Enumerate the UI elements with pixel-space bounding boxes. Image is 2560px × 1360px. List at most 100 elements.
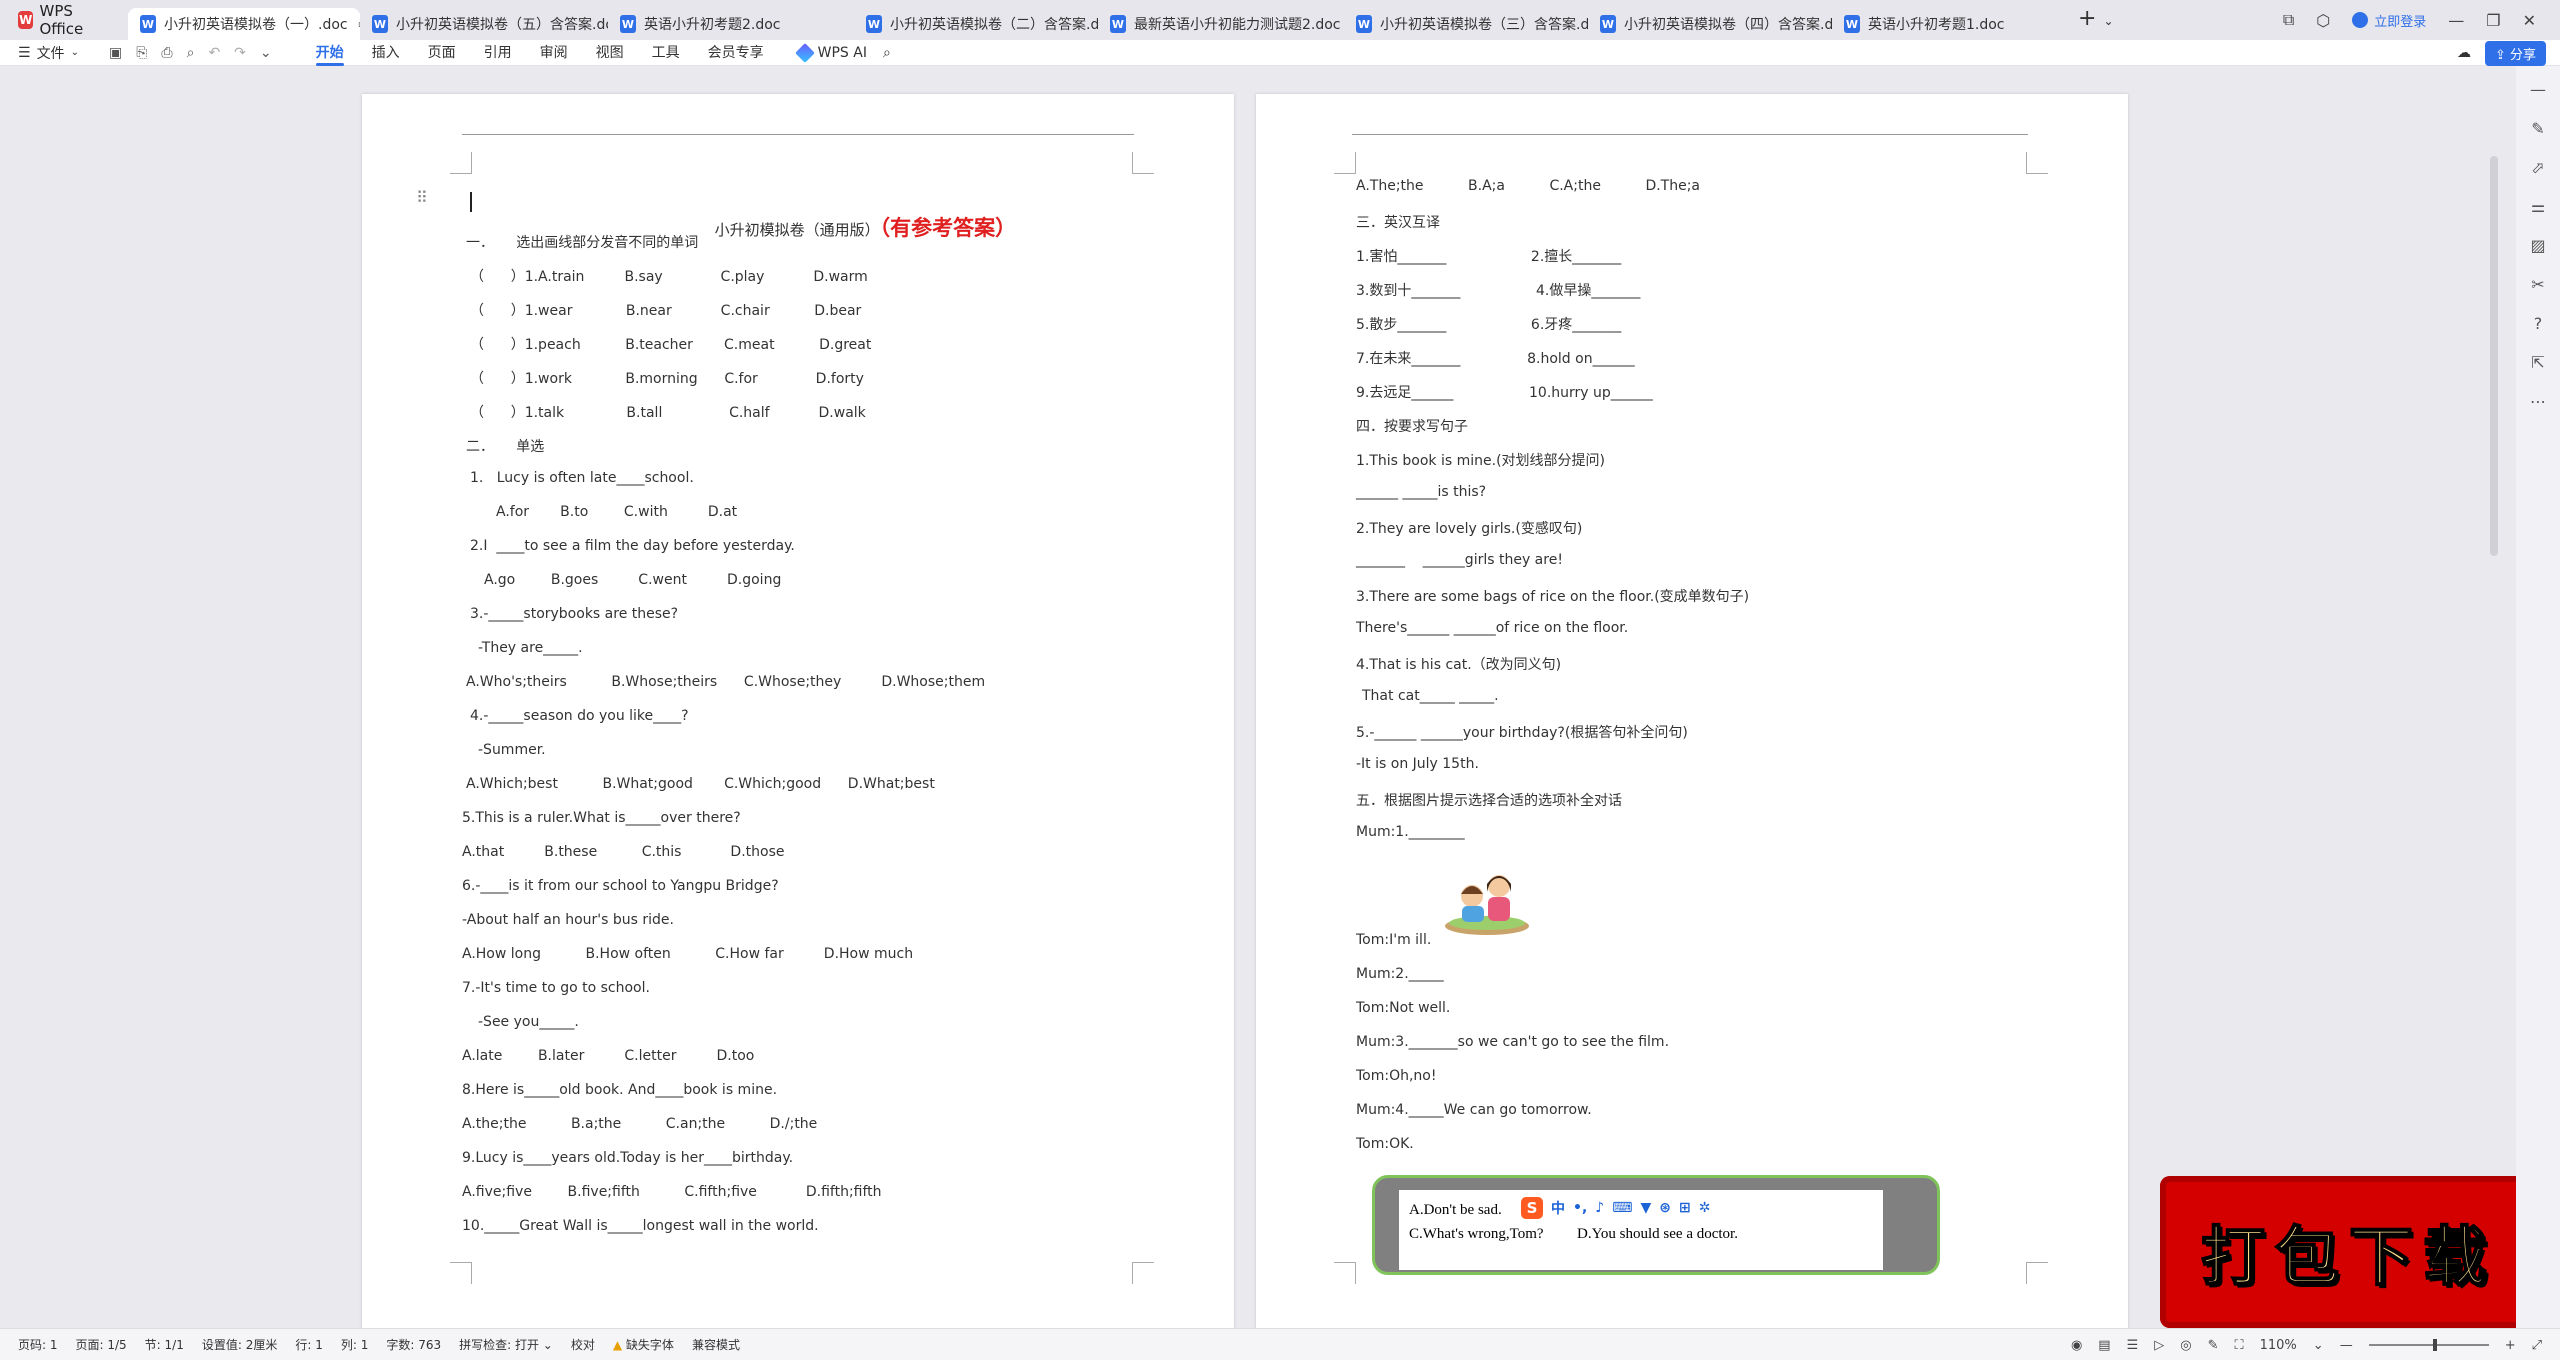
redo-icon[interactable]: ↷	[234, 45, 246, 61]
file-menu[interactable]: ☰ 文件 ⌄	[18, 43, 79, 63]
doc-tab-6[interactable]: W 小升初英语模拟卷（三）含答案.doc	[1344, 8, 1588, 40]
game-icon[interactable]: ⊛	[1659, 1200, 1671, 1216]
left-text-line: A.that B.these C.this D.those	[462, 844, 785, 860]
punctuation-icon[interactable]: •,	[1573, 1200, 1587, 1216]
right-text-line: Tom:Not well.	[1356, 1000, 1451, 1016]
microphone-icon[interactable]: ♪	[1595, 1200, 1604, 1216]
right-text-line: _______ ______girls they are!	[1356, 552, 1563, 568]
document-page-2[interactable]: A.The;the B.A;a C.A;the D.The;a 三．英汉互译 1.害…	[1256, 94, 2128, 1334]
hamburger-icon: ☰	[18, 44, 31, 61]
cloud-icon[interactable]: ☁	[2457, 45, 2471, 61]
left-text-line: 2.I ____to see a film the day before yes…	[470, 538, 795, 554]
wps-office-tab[interactable]: W WPS Office	[0, 0, 128, 40]
status-pages[interactable]: 页面: 1/5	[76, 1336, 127, 1353]
vertical-scrollbar[interactable]	[2490, 156, 2498, 556]
tools-icon[interactable]: ✂	[2531, 275, 2544, 294]
save-icon[interactable]: ▣	[109, 45, 122, 61]
status-proof[interactable]: 校对	[571, 1336, 595, 1353]
doc-tab-label: 小升初英语模拟卷（一）.doc	[164, 17, 348, 33]
tab-tools[interactable]: 工具	[638, 40, 694, 66]
drag-handle-icon[interactable]: ⠿	[416, 188, 428, 207]
more-icon[interactable]: ⋯	[2530, 392, 2546, 411]
login-link[interactable]: 立即登录	[2352, 11, 2426, 30]
adjust-icon[interactable]: ⚌	[2531, 197, 2545, 216]
header-line	[462, 134, 1134, 135]
status-page[interactable]: 页码: 1	[18, 1336, 58, 1353]
ime-mode-toggle[interactable]: 中	[1551, 1198, 1565, 1218]
image-icon[interactable]: ▨	[2530, 236, 2545, 255]
share-side-icon[interactable]: ⇱	[2531, 353, 2544, 372]
more-quick-icon[interactable]: ⌄	[260, 45, 272, 61]
right-text-line: 1.害怕_______ 2.擅长_______	[1356, 249, 1622, 265]
tab-references[interactable]: 引用	[470, 40, 526, 66]
share-button[interactable]: ⇪ 分享	[2484, 40, 2546, 66]
zoom-in-icon[interactable]: +	[2505, 1338, 2516, 1353]
outline-view-icon[interactable]: ☰	[2127, 1338, 2139, 1353]
edit-icon[interactable]: ✎	[2531, 119, 2544, 138]
doc-tab-label: 小升初英语模拟卷（三）含答案.doc	[1380, 17, 1588, 33]
undo-icon[interactable]: ↶	[208, 45, 220, 61]
doc-tab-5[interactable]: W 最新英语小升初能力测试题2.doc	[1098, 8, 1344, 40]
restore-icon[interactable]: ❐	[2486, 11, 2500, 30]
collapse-icon[interactable]: —	[2530, 80, 2546, 99]
settings-icon[interactable]: ✲	[1699, 1200, 1711, 1216]
doc-tab-2[interactable]: W 小升初英语模拟卷（五）含答案.doc	[360, 8, 608, 40]
zoom-slider[interactable]	[2368, 1339, 2489, 1351]
ime-logo-icon[interactable]: S	[1521, 1197, 1543, 1219]
left-text-line: 3.-_____storybooks are these?	[470, 606, 679, 622]
fullscreen-icon[interactable]: ⤢	[2532, 1338, 2542, 1353]
zoom-dropdown-icon[interactable]: ⌄	[2313, 1338, 2324, 1353]
tab-insert[interactable]: 插入	[358, 40, 414, 66]
doc-tab-1[interactable]: W 小升初英语模拟卷（一）.doc ▭ ✕	[128, 8, 360, 40]
doc-tab-8[interactable]: W 英语小升初考题1.doc	[1832, 8, 2060, 40]
page-view-icon[interactable]: ▤	[2098, 1338, 2110, 1353]
status-spellcheck[interactable]: 拼写检查: 打开 ⌄	[459, 1336, 553, 1353]
download-badge[interactable]: 打包下载	[2160, 1176, 2538, 1328]
status-words[interactable]: 字数: 763	[386, 1336, 441, 1353]
wps-ai-button[interactable]: WPS AI	[794, 42, 867, 63]
search-icon[interactable]: ⌕	[883, 45, 891, 61]
text-cursor	[470, 192, 472, 212]
status-row: 行: 1	[295, 1338, 323, 1352]
print-icon[interactable]: ⎙	[161, 45, 172, 61]
help-icon[interactable]: ?	[2534, 314, 2543, 333]
warning-icon: ▲	[612, 1338, 623, 1352]
doc-tab-7[interactable]: W 小升初英语模拟卷（四）含答案.doc	[1588, 8, 1832, 40]
play-icon[interactable]: ▷	[2154, 1338, 2164, 1353]
zoom-level[interactable]: 110%	[2260, 1338, 2297, 1353]
tab-view[interactable]: 视图	[582, 40, 638, 66]
keyboard-icon[interactable]: ⌨	[1612, 1200, 1632, 1216]
tab-member[interactable]: 会员专享	[694, 40, 778, 66]
doc-tab-4[interactable]: W 小升初英语模拟卷（二）含答案.doc	[854, 8, 1098, 40]
skin-icon[interactable]: ▼	[1640, 1200, 1651, 1216]
close-window-icon[interactable]: ✕	[2523, 11, 2536, 30]
pen-icon[interactable]: ✎	[2208, 1338, 2219, 1353]
new-tab-icon[interactable]: + ⌄	[2078, 6, 2114, 31]
status-missing-font[interactable]: ▲ 缺失字体	[613, 1336, 674, 1353]
print-preview-icon[interactable]: ⌕	[187, 45, 195, 61]
cube-icon[interactable]: ⬡	[2316, 11, 2330, 30]
right-text-line: 五．根据图片提示选择合适的选项补全对话	[1356, 793, 1622, 809]
tab-bar: W WPS Office W 小升初英语模拟卷（一）.doc ▭ ✕ W 小升初…	[0, 0, 2560, 40]
export-icon[interactable]: ⎘	[136, 45, 147, 61]
left-text-line: A.How long B.How often C.How far D.How m…	[462, 946, 914, 962]
left-text-line: 10._____Great Wall is_____longest wall i…	[462, 1218, 819, 1234]
right-text-line: There's______ ______of rice on the floor…	[1356, 620, 1629, 636]
tab-page[interactable]: 页面	[414, 40, 470, 66]
eye-icon[interactable]: ◉	[2071, 1338, 2082, 1353]
zoom-knob[interactable]	[2432, 1339, 2437, 1351]
header-line	[1352, 134, 2028, 135]
select-icon[interactable]: ⬀	[2531, 158, 2544, 177]
option-c: C.What's wrong,Tom?	[1409, 1226, 1544, 1242]
word-doc-icon: W	[1356, 15, 1372, 33]
zoom-out-icon[interactable]: —	[2340, 1338, 2353, 1353]
tab-home[interactable]: 开始	[302, 40, 358, 66]
web-view-icon[interactable]: ◎	[2180, 1338, 2191, 1353]
apps-icon[interactable]: ⊞	[1679, 1200, 1691, 1216]
fit-icon[interactable]: ⛶	[2235, 1338, 2244, 1353]
window-list-icon[interactable]: ⧉	[2283, 10, 2294, 30]
doc-tab-3[interactable]: W 英语小升初考题2.doc	[608, 8, 854, 40]
tab-review[interactable]: 审阅	[526, 40, 582, 66]
minimize-icon[interactable]: —	[2448, 11, 2464, 30]
document-page-1[interactable]: ⠿ 小升初模拟卷（通用版）（有参考答案） 一． 选出画线部分发音不同的单词 （ ）…	[362, 94, 1234, 1334]
